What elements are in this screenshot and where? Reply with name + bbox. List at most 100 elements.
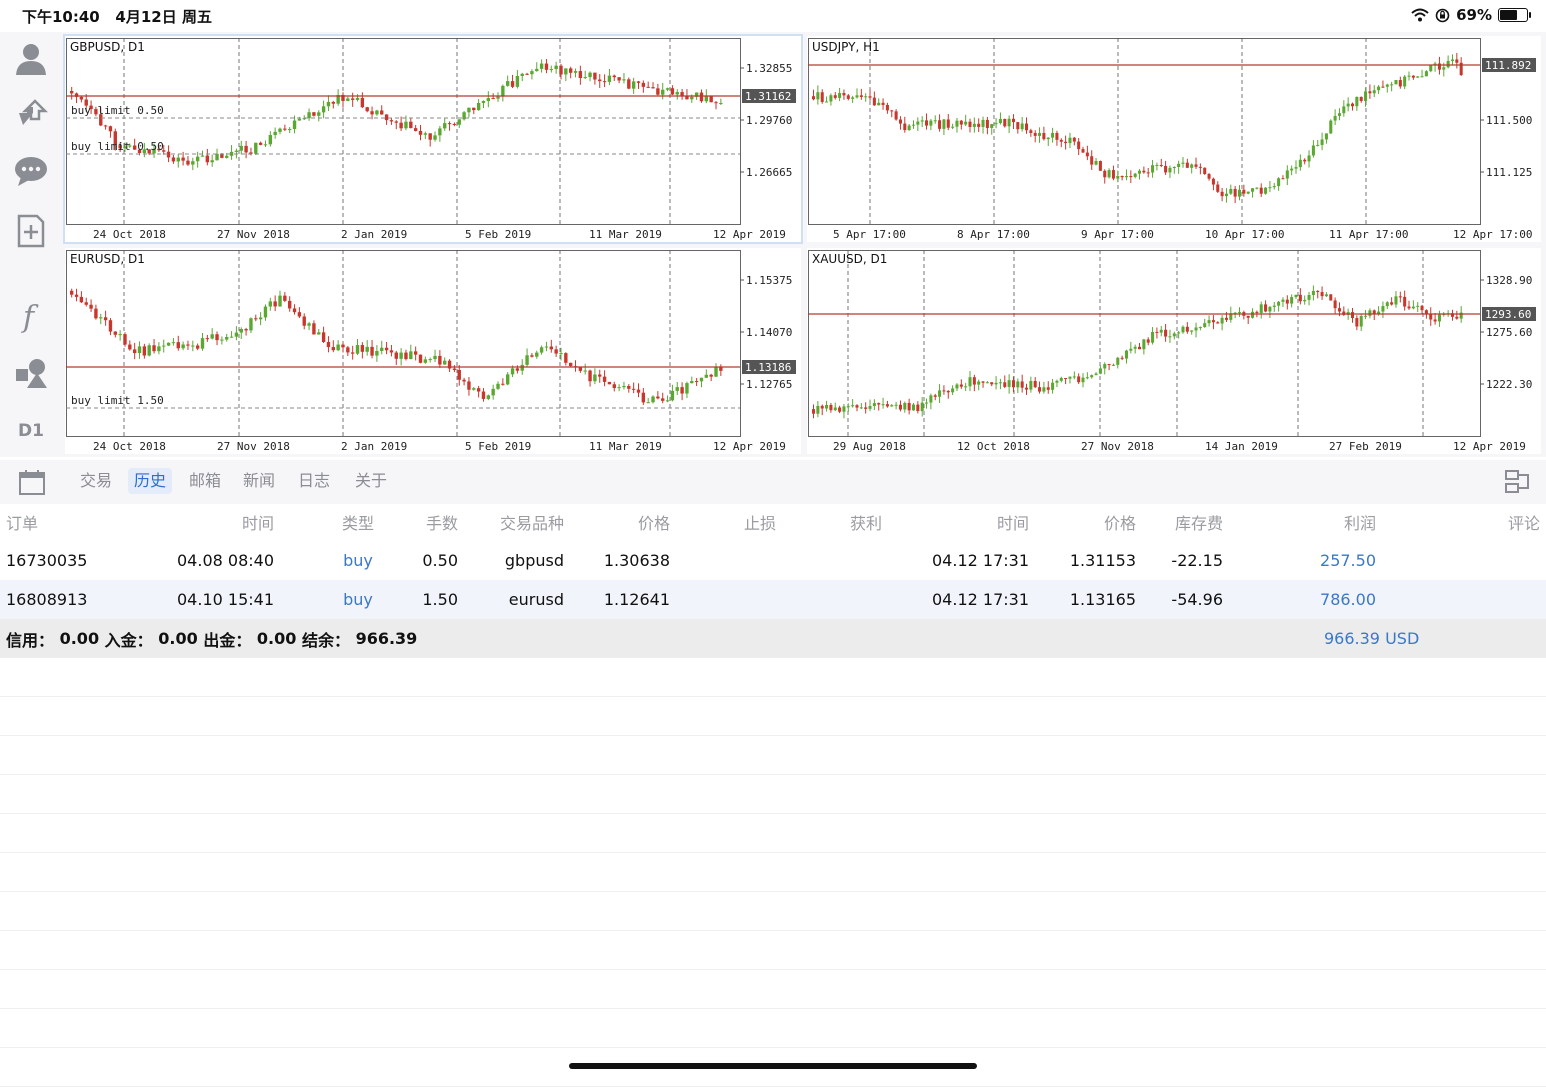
candle-body	[268, 301, 273, 307]
candle-body	[210, 160, 214, 163]
bottom-tabs-bar: 交易 历史 邮箱 新闻 日志 关于	[0, 460, 1546, 504]
table-row[interactable]: 16808913 04.10 15:41 buy 1.50 eurusd 1.12641 0…	[0, 580, 1546, 619]
candle-body	[559, 65, 563, 75]
candle-body	[602, 376, 607, 382]
tab-1[interactable]: 历史	[128, 468, 173, 494]
cell-profit: 786.00	[1320, 590, 1376, 609]
header-cell[interactable]: 止损	[744, 503, 776, 541]
y-tick-label: 1.14070	[746, 326, 792, 339]
y-tick-label: 1328.90	[1486, 274, 1532, 287]
candle-body	[1142, 170, 1146, 173]
candle-body	[1424, 71, 1428, 77]
candle-body	[409, 121, 413, 129]
candle-body	[851, 97, 855, 99]
chart-xauusd[interactable]: 1293.60 1328.90 1275.60 1222.30 29 Aug 2018 1…	[807, 248, 1541, 454]
candle-body	[118, 334, 122, 336]
candle-body	[278, 128, 282, 132]
header-cell[interactable]: 评论	[1508, 503, 1540, 541]
layout-switch-icon[interactable]	[1504, 468, 1532, 496]
candle-body	[972, 123, 976, 127]
cell-type: buy	[343, 590, 373, 609]
header-cell[interactable]: 获利	[850, 503, 882, 541]
header-cell[interactable]: 类型	[318, 503, 398, 541]
credit-value: 0.00	[59, 629, 100, 648]
candle-body	[820, 92, 824, 102]
candle-body	[1046, 137, 1050, 140]
cell-close-price: 1.13165	[1069, 590, 1136, 609]
cell-type: buy	[343, 551, 373, 570]
header-cell[interactable]: 价格	[1104, 503, 1136, 541]
new-order-icon[interactable]	[10, 210, 52, 252]
candle-body	[389, 120, 394, 122]
x-tick-label: 5 Feb 2019	[465, 228, 531, 241]
battery-percent: 69%	[1456, 6, 1492, 24]
candle-body	[622, 79, 626, 81]
chart-usdjpy[interactable]: 111.892 111.500 111.125 5 Apr 17:00 8 Apr 17…	[807, 36, 1541, 242]
candle-body	[1051, 382, 1055, 390]
candle-body	[346, 347, 350, 353]
candle-body	[709, 374, 713, 377]
candle-body	[1251, 188, 1255, 192]
svg-text:f: f	[21, 300, 39, 333]
chart-svg: buy limit 0.50 buy limit 0.50 1.31162 1.328…	[66, 38, 796, 241]
candle-body	[321, 332, 326, 343]
candle-body	[79, 96, 84, 100]
trade-arrows-icon[interactable]	[10, 94, 52, 136]
candle-body	[205, 155, 210, 163]
x-tick-label: 12 Apr 17:00	[1453, 228, 1532, 241]
candle-body	[1116, 176, 1120, 179]
candle-body	[278, 295, 282, 307]
header-cell[interactable]: 交易品种	[500, 503, 564, 541]
candle-body	[593, 374, 597, 382]
objects-icon[interactable]	[10, 352, 52, 394]
candle-body	[1246, 315, 1250, 318]
chart-gbpusd[interactable]: buy limit 0.50 buy limit 0.50 1.31162 1.328…	[63, 34, 803, 244]
candle-body	[942, 119, 946, 129]
candle-body	[1311, 145, 1315, 156]
candle-body	[1281, 299, 1285, 302]
table-row[interactable]: 16730035 04.08 08:40 buy 0.50 gbpusd 1.30638 0…	[0, 541, 1546, 580]
tab-5[interactable]: 关于	[349, 468, 393, 494]
header-cell[interactable]: 手数	[426, 503, 458, 541]
tab-0[interactable]: 交易	[74, 468, 118, 494]
candle-body	[331, 347, 335, 351]
chat-icon[interactable]	[10, 150, 52, 192]
candle-body	[496, 96, 500, 99]
rotation-lock-icon	[1435, 8, 1450, 22]
x-tick-label: 9 Apr 17:00	[1081, 228, 1154, 241]
candle-body	[254, 318, 258, 320]
timeframe-button[interactable]: D1	[10, 410, 52, 452]
candle-body	[709, 96, 713, 103]
calendar-icon[interactable]	[18, 468, 46, 496]
chart-eurusd[interactable]: buy limit 1.50 1.13186 1.15375 1.14070 1.127…	[65, 248, 801, 454]
header-cell[interactable]: 价格	[638, 503, 670, 541]
tab-4[interactable]: 日志	[292, 468, 336, 494]
header-cell[interactable]: 利润	[1344, 503, 1376, 541]
candle-body	[981, 381, 985, 383]
candle-body	[838, 93, 842, 98]
candle-body	[1098, 161, 1102, 171]
candle-body	[103, 125, 108, 127]
order-line-label: buy limit 0.50	[71, 140, 164, 153]
tab-3[interactable]: 新闻	[237, 468, 281, 494]
candle-body	[1398, 80, 1402, 87]
header-cell[interactable]: 时间	[997, 503, 1029, 541]
candle-body	[1133, 346, 1137, 349]
tab-2[interactable]: 邮箱	[183, 468, 227, 494]
candle-body	[1290, 168, 1294, 171]
candle-body	[661, 89, 665, 95]
home-indicator[interactable]	[569, 1063, 977, 1069]
candle-body	[433, 355, 437, 360]
header-cell[interactable]: 库存费	[1175, 503, 1223, 541]
candle-body	[1011, 118, 1015, 123]
candle-body	[1342, 106, 1346, 114]
account-icon[interactable]	[10, 38, 52, 80]
header-cell[interactable]: 订单	[6, 503, 38, 541]
candle-body	[438, 128, 442, 136]
indicators-icon[interactable]: f	[10, 294, 52, 336]
candle-body	[568, 68, 573, 73]
header-cell[interactable]: 时间	[242, 503, 274, 541]
candle-body	[317, 112, 321, 116]
candle-body	[423, 359, 428, 363]
candle-body	[583, 370, 587, 372]
